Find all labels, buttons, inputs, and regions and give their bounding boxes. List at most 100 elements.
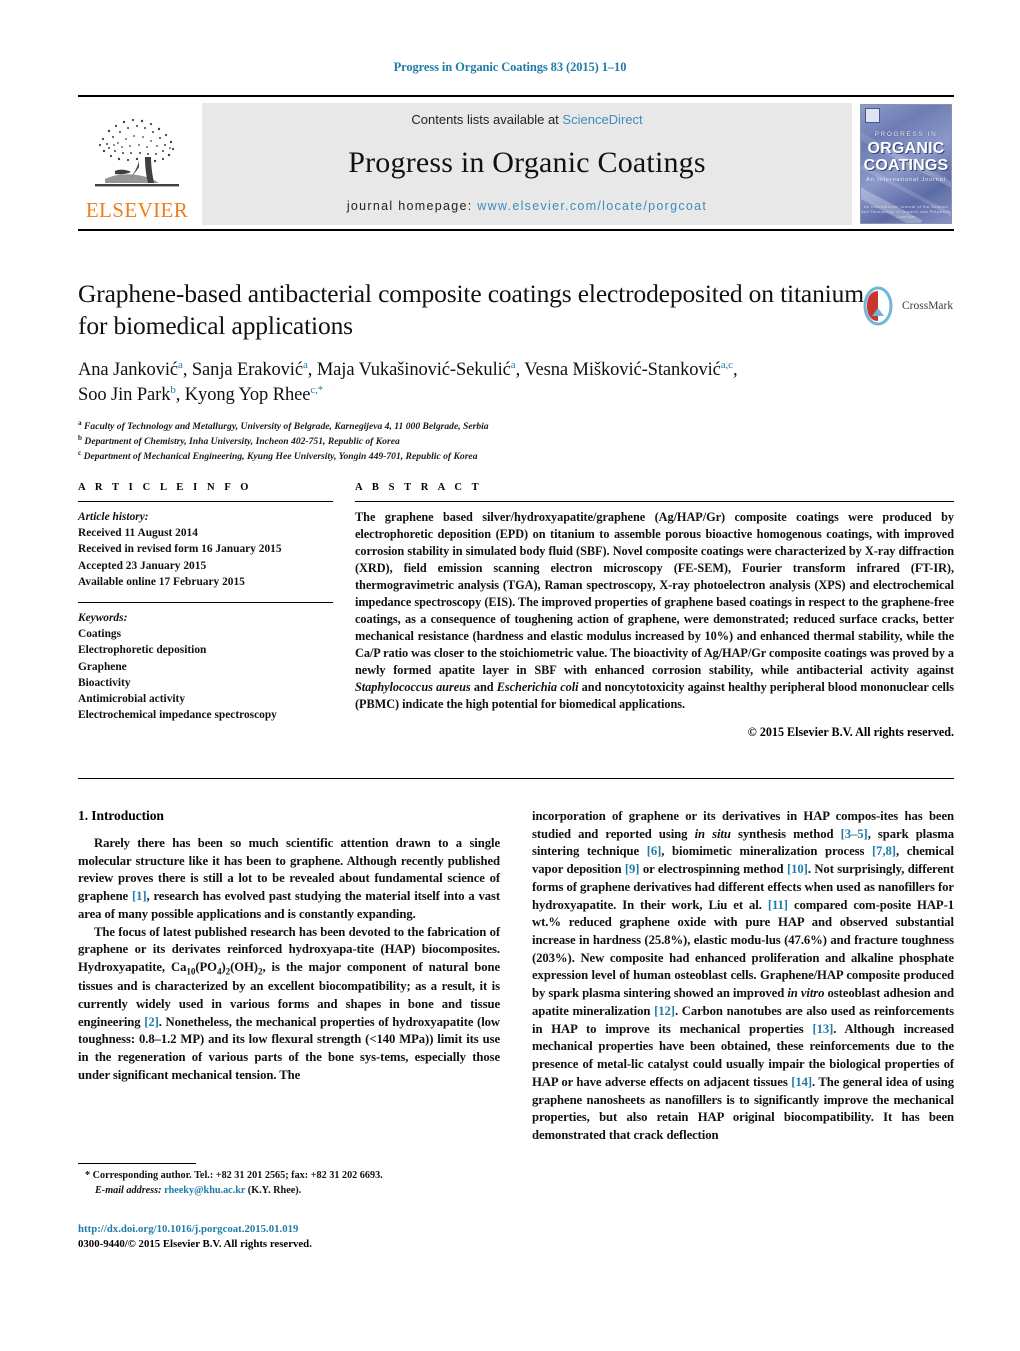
keyword-item[interactable]: Electrophoretic deposition	[78, 642, 333, 658]
keyword-item[interactable]: Coatings	[78, 626, 333, 642]
divider	[355, 501, 954, 502]
author-name[interactable]: , Vesna Mišković-Stanković	[516, 360, 721, 380]
divider	[78, 601, 333, 603]
paragraph-text: or electrospinning method	[639, 862, 787, 877]
paragraph: incorporation of graphene or its derivat…	[532, 808, 954, 1145]
italic-phrase: in vitro	[787, 986, 825, 1001]
cover-footer-text: An International Journal of the Science …	[861, 204, 951, 219]
keyword-item[interactable]: Antimicrobial activity	[78, 691, 333, 707]
abstract-text: The graphene based silver/hydroxyapatite…	[355, 509, 954, 713]
abstract-part: and	[470, 680, 497, 695]
citation-link[interactable]: [12]	[654, 1004, 675, 1018]
affiliation-marker: c	[78, 448, 82, 457]
body-column-left: 1. Introduction Rarely there has been so…	[78, 808, 500, 1145]
citation-link[interactable]: [3–5]	[841, 827, 868, 841]
email-link[interactable]: rheeky@khu.ac.kr	[164, 1185, 245, 1196]
author-name[interactable]: , Maja Vukašinović-Sekulić	[308, 360, 511, 380]
paragraph-text: compared com-posite HAP-1 wt.% reduced g…	[532, 897, 954, 1001]
cover-line-progress: PROGRESS IN	[874, 131, 938, 138]
body-column-right: incorporation of graphene or its derivat…	[532, 808, 954, 1145]
author-separator: ,	[732, 360, 738, 381]
email-owner: (K.Y. Rhee).	[247, 1184, 302, 1196]
article-history: Article history: Received 11 August 2014…	[78, 509, 333, 590]
elsevier-tree-icon	[85, 113, 189, 199]
citation-link[interactable]: [2]	[144, 1015, 159, 1029]
author-name[interactable]: , Sanja Eraković	[183, 360, 303, 380]
keywords-label: Keywords:	[78, 611, 128, 624]
email-label: E-mail address:	[95, 1184, 162, 1196]
corresponding-author-contact: Corresponding author. Tel.: +82 31 201 2…	[92, 1170, 383, 1181]
corresponding-author-marker: c,*	[310, 383, 324, 396]
keyword-item[interactable]: Electrochemical impedance spectroscopy	[78, 707, 333, 723]
journal-homepage-line: journal homepage: www.elsevier.com/locat…	[347, 199, 707, 213]
paragraph-text: (PO	[195, 960, 217, 975]
affiliation-text: Department of Chemistry, Inha University…	[84, 435, 400, 447]
copyright-line: © 2015 Elsevier B.V. All rights reserved…	[747, 725, 954, 740]
title-block: Graphene-based antibacterial composite c…	[78, 278, 954, 464]
journal-article-page: Progress in Organic Coatings 83 (2015) 1…	[0, 0, 1020, 1351]
abstract-species-name: Escherichia coli	[496, 680, 579, 695]
citation-link[interactable]: [7,8]	[872, 844, 896, 858]
affiliation-marker: b	[78, 433, 82, 442]
subscript: 10	[186, 966, 196, 977]
divider	[78, 778, 954, 779]
running-head: Progress in Organic Coatings 83 (2015) 1…	[393, 60, 627, 74]
column-gap	[500, 808, 532, 1145]
citation-link[interactable]: [10]	[787, 862, 808, 876]
paragraph: Rarely there has been so much scientific…	[78, 835, 500, 924]
citation-link[interactable]: [11]	[768, 898, 788, 912]
paragraph-text: , biomimetic mineralization process	[661, 844, 873, 859]
history-item: Received in revised form 16 January 2015	[78, 543, 282, 556]
contents-prefix: Contents lists available at	[411, 112, 559, 127]
journal-band: Contents lists available at ScienceDirec…	[202, 103, 852, 225]
affiliation-item: a Faculty of Technology and Metallurgy, …	[78, 420, 954, 435]
crossmark-icon	[863, 286, 893, 326]
footnote-marker: *	[85, 1170, 91, 1181]
crossmark-badge[interactable]: CrossMark	[858, 284, 954, 328]
issn-copyright-line: 0300-9440/© 2015 Elsevier B.V. All right…	[78, 1238, 312, 1251]
author-name[interactable]: , Kyong Yop Rhee	[176, 385, 311, 405]
citation-link[interactable]: [6]	[647, 844, 662, 858]
journal-cover-thumbnail[interactable]: PROGRESS IN ORGANIC COATINGS An Internat…	[858, 103, 954, 225]
paragraph-text: (OH)	[230, 960, 258, 975]
footnote-text: * Corresponding author. Tel.: +82 31 201…	[78, 1169, 500, 1199]
abstract-part: The graphene based silver/hydroxyapatite…	[355, 510, 954, 678]
sciencedirect-link[interactable]: ScienceDirect	[562, 112, 642, 127]
author-name[interactable]: Soo Jin Park	[78, 385, 170, 405]
history-item: Available online 17 February 2015	[78, 575, 245, 588]
journal-cover-image: PROGRESS IN ORGANIC COATINGS An Internat…	[860, 104, 952, 224]
homepage-prefix: journal homepage:	[346, 199, 473, 213]
abstract-species-name: Staphylococcus aureus	[355, 680, 471, 695]
author-name[interactable]: Ana Janković	[78, 360, 178, 380]
elsevier-wordmark: ELSEVIER	[85, 198, 189, 222]
crossmark-label: CrossMark	[902, 300, 954, 312]
keyword-item[interactable]: Graphene	[78, 659, 333, 675]
keywords-list: Keywords: Coatings Electrophoretic depos…	[78, 610, 333, 723]
citation-link[interactable]: [14]	[791, 1075, 812, 1089]
footnote-line: * Corresponding author. Tel.: +82 31 201…	[78, 1169, 500, 1184]
author-affiliation-marker: a,c	[720, 359, 733, 372]
abstract-column: A B S T R A C T The graphene based silve…	[355, 482, 954, 740]
history-item: Accepted 23 January 2015	[78, 559, 207, 572]
abstract-heading: A B S T R A C T	[355, 482, 483, 493]
body-columns: 1. Introduction Rarely there has been so…	[78, 808, 954, 1145]
paragraph-text: synthesis method	[730, 826, 841, 841]
citation-link[interactable]: [13]	[812, 1022, 833, 1036]
affiliation-marker: a	[78, 419, 82, 428]
info-abstract-region: A R T I C L E I N F O Article history: R…	[78, 482, 954, 740]
affiliation-text: Faculty of Technology and Metallurgy, Un…	[84, 421, 489, 433]
italic-phrase: in situ	[694, 826, 731, 841]
article-info-heading: A R T I C L E I N F O	[78, 482, 253, 493]
citation-link[interactable]: [1]	[132, 889, 147, 903]
article-title: Graphene-based antibacterial composite c…	[78, 279, 864, 340]
history-item: Received 11 August 2014	[78, 527, 198, 540]
citation-link[interactable]: [9]	[625, 862, 640, 876]
author-list: Ana Jankovića, Sanja Erakovića, Maja Vuk…	[78, 358, 878, 407]
affiliation-item: c Department of Mechanical Engineering, …	[78, 448, 954, 465]
journal-homepage-link[interactable]: www.elsevier.com/locate/porgcoat	[477, 199, 707, 213]
keyword-item[interactable]: Bioactivity	[78, 675, 333, 691]
affiliation-text: Department of Mechanical Engineering, Ky…	[83, 450, 478, 462]
cover-line-subtitle: An International Journal	[866, 177, 946, 183]
doi-link[interactable]: http://dx.doi.org/10.1016/j.porgcoat.201…	[78, 1222, 508, 1237]
affiliation-list: a Faculty of Technology and Metallurgy, …	[78, 420, 954, 464]
